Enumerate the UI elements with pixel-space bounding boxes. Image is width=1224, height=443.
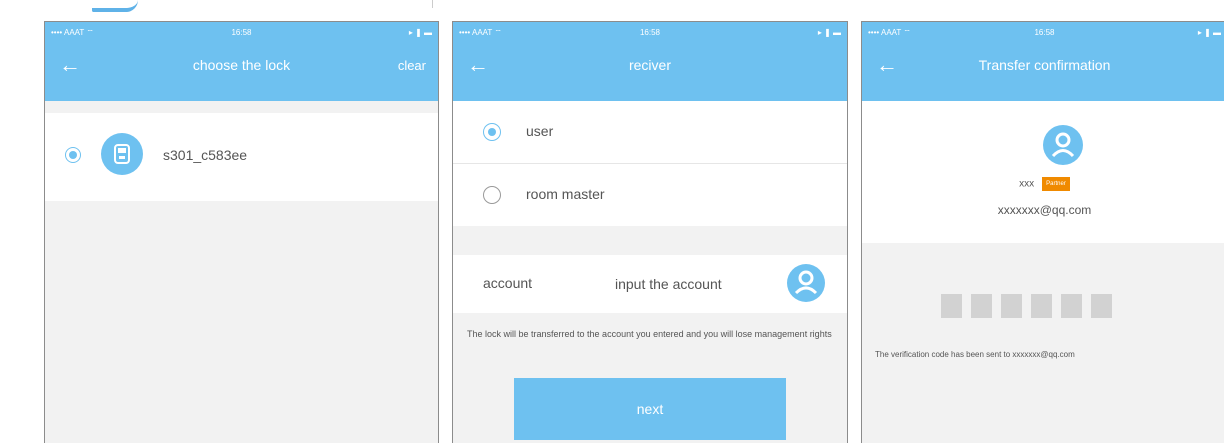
divider	[432, 0, 433, 8]
option-label: room master	[526, 186, 605, 202]
verification-code-input[interactable]	[941, 294, 1112, 318]
battery-icon: ▸ ❚ ▬	[1197, 28, 1221, 37]
code-digit-box[interactable]	[1091, 294, 1112, 318]
status-bar: •••• AAAT ⌔ 16:58 ▸ ❚ ▬	[45, 22, 438, 44]
lock-list-item[interactable]: s301_c583ee	[45, 113, 438, 201]
transfer-hint: The lock will be transferred to the acco…	[467, 329, 832, 339]
recipient-email: xxxxxxx@qq.com	[997, 203, 1092, 217]
screen-transfer-confirmation: •••• AAAT ⌔ 16:58 ▸ ❚ ▬ ← Transfer confi…	[861, 21, 1224, 443]
lock-name: s301_c583ee	[163, 147, 248, 163]
code-digit-box[interactable]	[1061, 294, 1082, 318]
user-avatar-icon	[1043, 125, 1083, 165]
code-digit-box[interactable]	[971, 294, 992, 318]
lock-radio[interactable]	[65, 147, 81, 163]
option-label: user	[526, 123, 554, 139]
nav-bar: ← choose the lock clear	[45, 44, 438, 101]
contact-person-icon[interactable]	[787, 264, 825, 302]
clear-button[interactable]: clear	[398, 58, 426, 73]
account-label: account	[483, 275, 533, 291]
page-title: choose the lock	[192, 57, 291, 73]
recipient-name-line: xxx Partner	[862, 177, 1224, 191]
code-digit-box[interactable]	[941, 294, 962, 318]
code-digit-box[interactable]	[1031, 294, 1052, 318]
status-bar: •••• AAAT ⌔ 16:58 ▸ ❚ ▬	[453, 22, 847, 44]
page-title: reciver	[628, 57, 671, 73]
page-title: Transfer confirmation	[978, 57, 1111, 73]
status-time: 16:58	[1034, 28, 1055, 37]
user-radio[interactable]	[483, 123, 501, 141]
nav-bar: ← reciver	[453, 44, 847, 101]
account-input[interactable]	[613, 271, 767, 297]
recipient-name: xxx	[1019, 178, 1035, 190]
status-time: 16:58	[231, 28, 252, 37]
option-user[interactable]: user	[453, 101, 847, 164]
code-digit-box[interactable]	[1001, 294, 1022, 318]
battery-icon: ▸ ❚ ▬	[408, 28, 432, 37]
account-row: account	[453, 255, 847, 313]
recipient-card: xxx Partner xxxxxxx@qq.com	[862, 101, 1224, 243]
battery-icon: ▸ ❚ ▬	[817, 28, 841, 37]
room-master-radio[interactable]	[483, 186, 501, 204]
nav-bar: ← Transfer confirmation	[862, 44, 1224, 101]
option-room-master[interactable]: room master	[453, 164, 847, 226]
next-button[interactable]: next	[514, 378, 786, 440]
screen-receiver: •••• AAAT ⌔ 16:58 ▸ ❚ ▬ ← reciver user r…	[452, 21, 848, 443]
screen-choose-lock: •••• AAAT ⌔ 16:58 ▸ ❚ ▬ ← choose the loc…	[44, 21, 439, 443]
status-bar: •••• AAAT ⌔ 16:58 ▸ ❚ ▬	[862, 22, 1224, 44]
lock-icon	[101, 133, 143, 175]
status-time: 16:58	[639, 28, 661, 37]
logo-fragment	[92, 0, 138, 12]
code-sent-message: The verification code has been sent to x…	[875, 350, 1075, 359]
role-badge: Partner	[1042, 177, 1070, 191]
